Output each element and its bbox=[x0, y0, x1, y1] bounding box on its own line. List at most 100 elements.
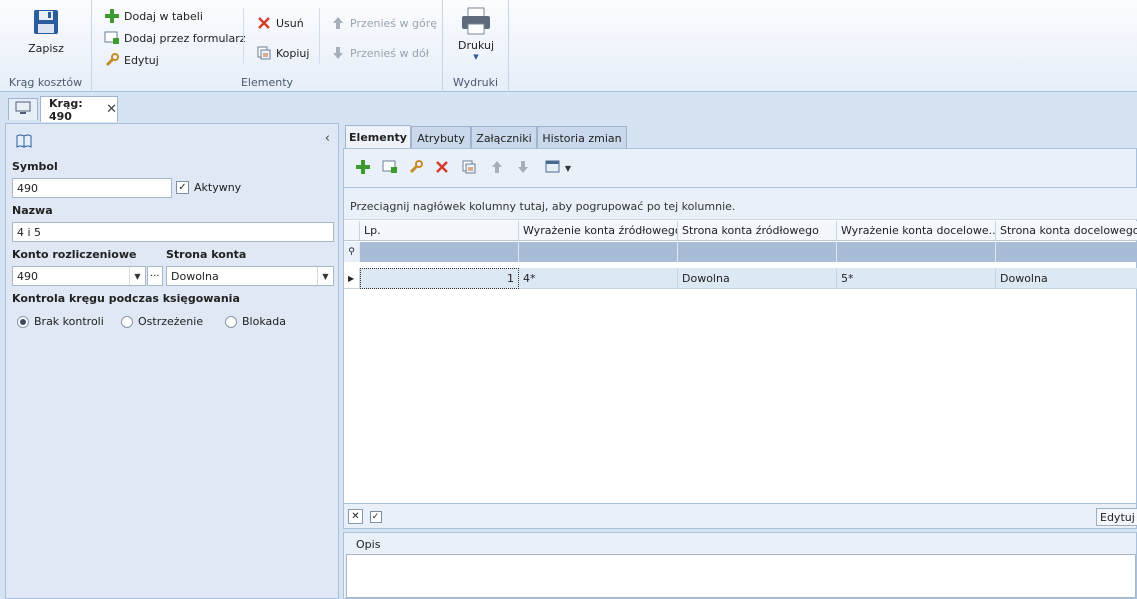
filter-cell-source-side[interactable] bbox=[678, 242, 837, 262]
radio-brak-kontroli[interactable]: Brak kontroli bbox=[17, 315, 104, 328]
description-panel: Opis bbox=[343, 532, 1137, 599]
home-tab[interactable] bbox=[8, 98, 38, 120]
group-label-wydruki: Wydruki bbox=[452, 76, 499, 89]
close-icon[interactable]: ✕ bbox=[106, 102, 117, 117]
add-form-button[interactable] bbox=[381, 159, 399, 177]
edit-row-button[interactable] bbox=[407, 159, 425, 177]
dropdown-arrow-icon: ▼ bbox=[564, 163, 572, 173]
delete-button[interactable]: Usuń bbox=[256, 14, 304, 32]
cell-lp[interactable]: 1 bbox=[360, 268, 519, 289]
elements-grid: Przeciągnij nagłówek kolumny tutaj, aby … bbox=[343, 187, 1137, 529]
filter-enable-checkbox[interactable]: ✓ bbox=[368, 509, 383, 524]
edit-filter-label: Edytuj f bbox=[1100, 510, 1137, 524]
radio-blokada[interactable]: Blokada bbox=[225, 315, 286, 328]
chevron-down-icon[interactable]: ▼ bbox=[129, 267, 145, 285]
filter-row-indicator: ⚲ bbox=[344, 242, 360, 262]
monitor-icon bbox=[15, 101, 31, 118]
ribbon-group-krag: Zapisz Krąg kosztów bbox=[0, 0, 92, 92]
plus-icon bbox=[356, 159, 370, 177]
filter-cell-source-expr[interactable] bbox=[519, 242, 678, 262]
arrow-down-icon bbox=[330, 45, 346, 61]
side-combo[interactable]: Dowolna ▼ bbox=[166, 266, 334, 286]
group-label-krag: Krąg kosztów bbox=[8, 76, 83, 89]
name-label: Nazwa bbox=[12, 204, 53, 217]
wrench-icon bbox=[409, 159, 423, 177]
wrench-icon bbox=[104, 52, 120, 68]
elements-panel: Elementy Atrybuty Załączniki Historia zm… bbox=[343, 123, 1137, 599]
arrow-up-icon bbox=[491, 160, 503, 177]
document-tab-krag[interactable]: Krąg: 490 ✕ bbox=[40, 96, 118, 123]
form-add-icon bbox=[104, 30, 120, 46]
radio-ostrzezenie[interactable]: Ostrzeżenie bbox=[121, 315, 203, 328]
tab-historia-zmian[interactable]: Historia zmian bbox=[537, 126, 627, 149]
copy-label: Kopiuj bbox=[276, 46, 310, 60]
move-up-row-button[interactable] bbox=[488, 159, 506, 177]
side-label: Strona konta bbox=[166, 248, 247, 261]
edit-filter-button[interactable]: Edytuj f bbox=[1096, 508, 1137, 526]
move-down-button[interactable]: Przenieś w dół bbox=[330, 44, 429, 62]
column-header-source-side[interactable]: Strona konta źródłowego bbox=[678, 221, 837, 241]
copy-row-button[interactable] bbox=[460, 159, 478, 177]
cell-source-side[interactable]: Dowolna bbox=[678, 268, 837, 289]
description-field[interactable] bbox=[346, 554, 1136, 598]
active-checkbox[interactable]: ✓ bbox=[176, 181, 189, 194]
account-combo[interactable]: 490 ▼ bbox=[12, 266, 146, 286]
move-up-button[interactable]: Przenieś w górę bbox=[330, 14, 437, 32]
delete-label: Usuń bbox=[276, 16, 304, 30]
form-add-icon bbox=[382, 160, 398, 177]
tab-elementy[interactable]: Elementy bbox=[345, 125, 411, 149]
column-header-source-expr[interactable]: Wyrażenie konta źródłowego bbox=[519, 221, 678, 241]
print-button[interactable]: Drukuj ▼ bbox=[451, 6, 501, 62]
cell-target-expr[interactable]: 5* bbox=[837, 268, 996, 289]
row-indicator-header bbox=[344, 221, 360, 241]
tab-zalaczniki[interactable]: Załączniki bbox=[471, 126, 537, 149]
cell-target-side[interactable]: Dowolna bbox=[996, 268, 1137, 289]
close-icon: ✕ bbox=[351, 511, 360, 522]
checkbox-icon: ✓ bbox=[369, 510, 382, 523]
save-button[interactable]: Zapisz bbox=[18, 8, 74, 55]
ellipsis-icon: ··· bbox=[150, 270, 160, 282]
radio-ostrzezenie-label: Ostrzeżenie bbox=[138, 315, 204, 328]
row-indicator[interactable]: ▶ bbox=[344, 268, 360, 289]
print-label: Drukuj bbox=[457, 39, 495, 52]
row-pointer-icon: ▶ bbox=[348, 273, 355, 283]
cell-source-expr[interactable]: 4* bbox=[519, 268, 678, 289]
control-label: Kontrola kręgu podczas księgowania bbox=[12, 292, 240, 305]
radio-brak-kontroli-label: Brak kontroli bbox=[34, 315, 104, 328]
name-field[interactable]: 4 i 5 bbox=[12, 222, 334, 242]
add-by-form-button[interactable]: Dodaj przez formularz bbox=[104, 29, 246, 47]
clear-filter-button[interactable]: ✕ bbox=[348, 509, 363, 524]
delete-row-button[interactable] bbox=[433, 159, 451, 177]
filter-cell-target-side[interactable] bbox=[996, 242, 1137, 262]
grid-toolbar: ▼ bbox=[343, 148, 1137, 188]
description-label: Opis bbox=[356, 538, 381, 551]
add-row-button[interactable] bbox=[354, 159, 372, 177]
arrow-down-icon bbox=[517, 160, 529, 177]
save-label: Zapisz bbox=[28, 42, 64, 55]
chevron-down-icon[interactable]: ▼ bbox=[317, 267, 333, 285]
column-header-target-expr[interactable]: Wyrażenie konta docelowe... bbox=[837, 221, 996, 241]
plus-icon bbox=[104, 8, 120, 24]
copy-button[interactable]: Kopiuj bbox=[256, 44, 309, 62]
column-header-lp[interactable]: Lp. bbox=[360, 221, 519, 241]
column-header-target-side[interactable]: Strona konta docelowego bbox=[996, 221, 1137, 241]
move-up-label: Przenieś w górę bbox=[350, 16, 438, 30]
move-down-row-button[interactable] bbox=[514, 159, 532, 177]
collapse-chevron-icon[interactable]: ‹ bbox=[325, 131, 330, 146]
add-in-table-button[interactable]: Dodaj w tabeli bbox=[104, 7, 203, 25]
document-tabs: Krąg: 490 ✕ bbox=[0, 92, 1137, 123]
arrow-up-icon bbox=[330, 15, 346, 31]
ribbon-group-wydruki: Drukuj ▼ Wydruki bbox=[443, 0, 509, 92]
move-down-label: Przenieś w dół bbox=[350, 46, 429, 60]
grid-options-button[interactable]: ▼ bbox=[541, 159, 575, 177]
tab-atrybuty[interactable]: Atrybuty bbox=[411, 126, 471, 149]
close-x-icon bbox=[435, 160, 449, 177]
account-value: 490 bbox=[17, 269, 38, 283]
account-browse-button[interactable]: ··· bbox=[147, 266, 163, 286]
edit-button[interactable]: Edytuj bbox=[104, 51, 159, 69]
symbol-field[interactable]: 490 bbox=[12, 178, 172, 198]
document-tab-title: Krąg: 490 bbox=[49, 96, 83, 123]
add-by-form-label: Dodaj przez formularz bbox=[124, 31, 246, 45]
filter-cell-target-expr[interactable] bbox=[837, 242, 996, 262]
filter-cell-lp[interactable] bbox=[360, 242, 519, 262]
